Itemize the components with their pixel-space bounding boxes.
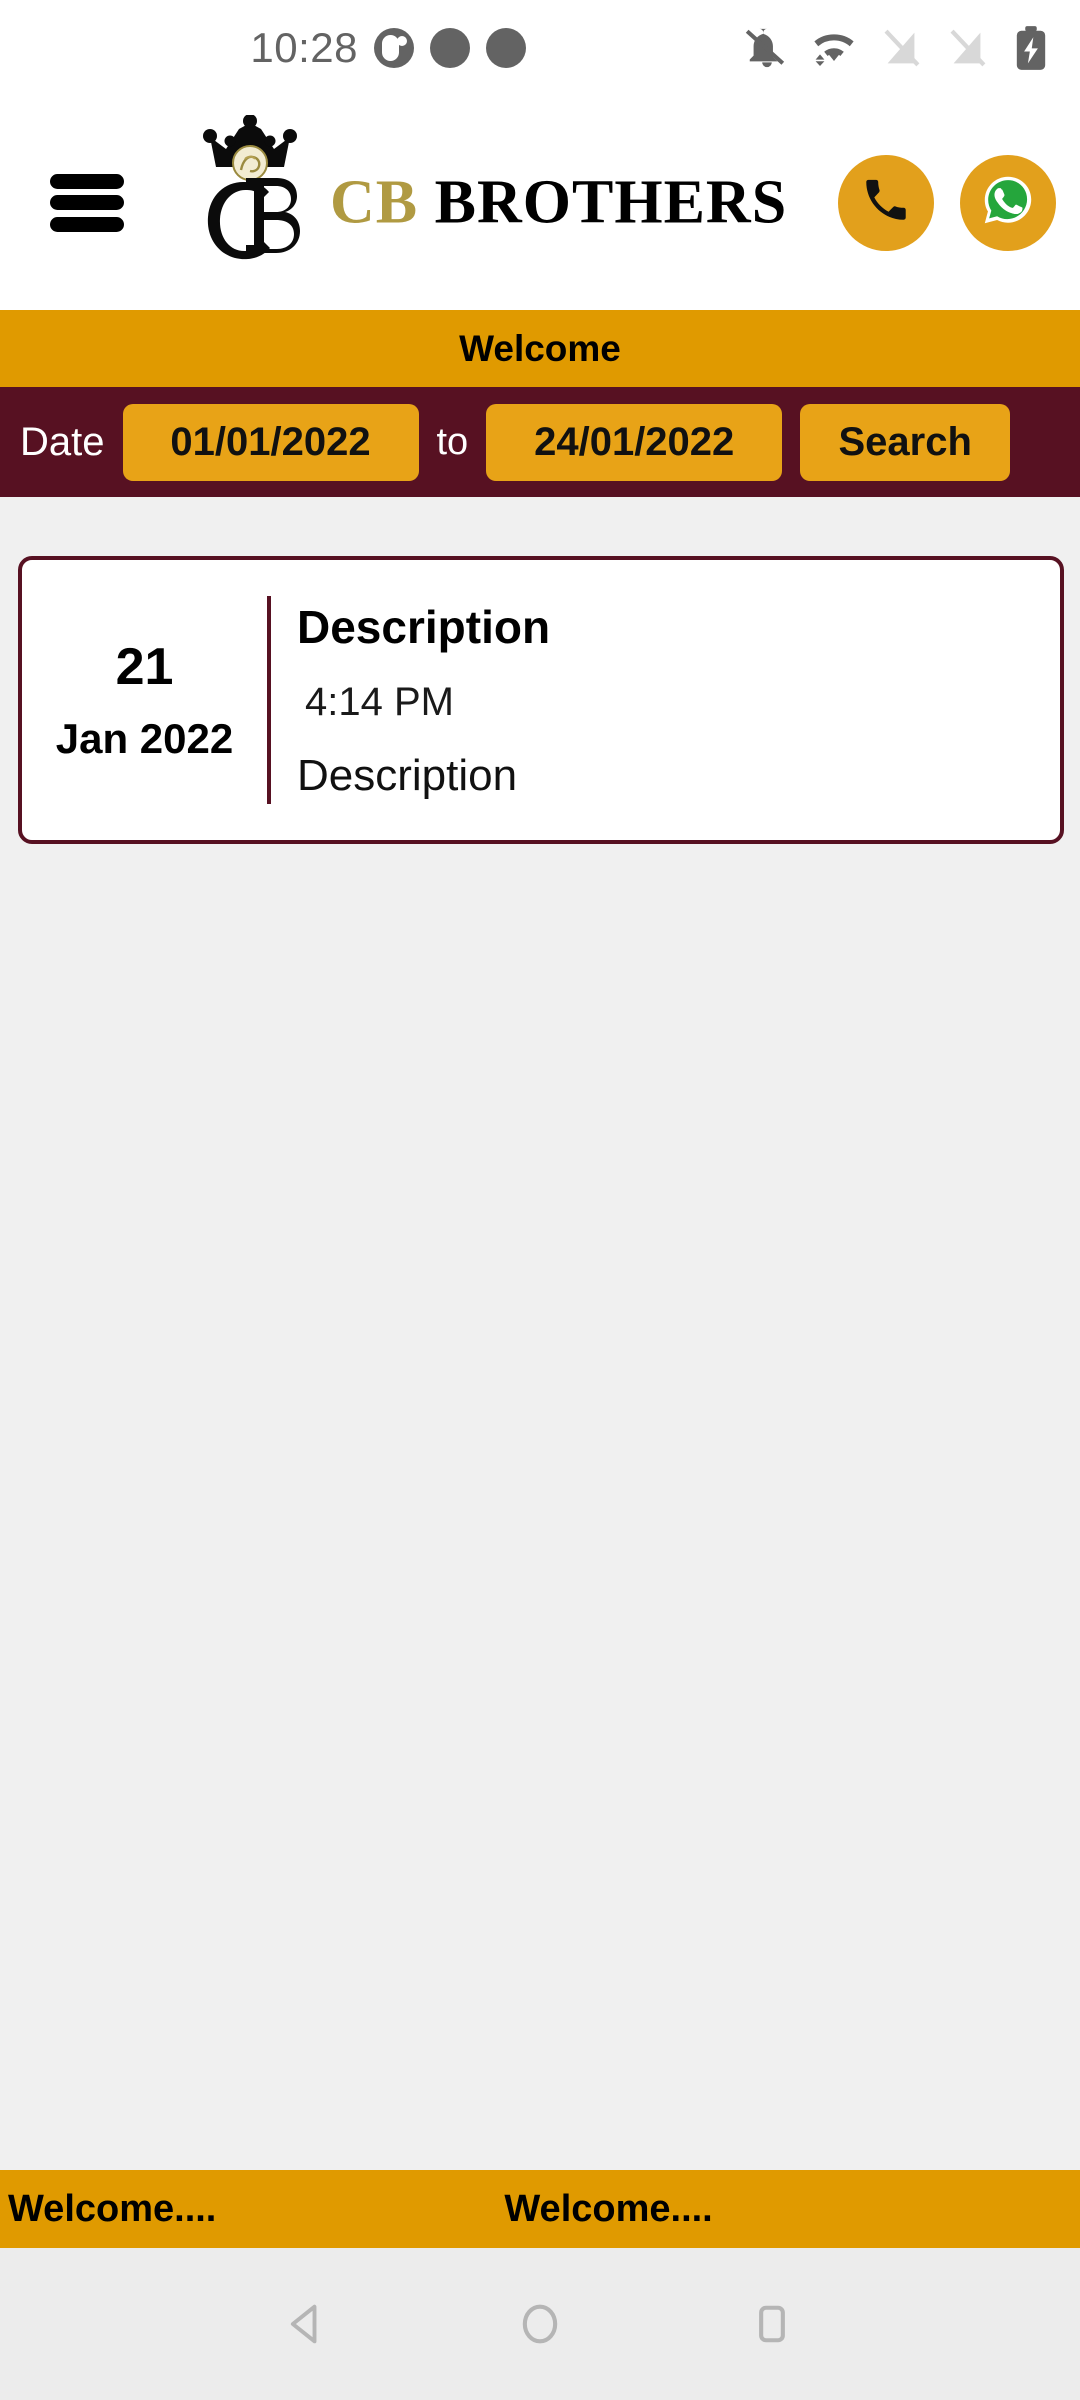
whatsapp-button[interactable]: [960, 154, 1056, 251]
date-from-input[interactable]: 01/01/2022: [122, 403, 419, 481]
notice-day: 21: [115, 638, 174, 696]
marquee-ticker: Welcome.... Welcome....: [0, 2170, 1080, 2248]
dot-icon: [486, 27, 526, 68]
back-triangle-icon[interactable]: [282, 2298, 334, 2350]
notice-card[interactable]: 21 Jan 2022 Description 4:14 PM Descript…: [18, 556, 1064, 844]
brand-title: CB BROTHERS: [330, 167, 787, 238]
search-button[interactable]: Search: [800, 403, 1011, 481]
home-circle-icon[interactable]: [514, 2298, 566, 2350]
whatsapp-icon: [979, 171, 1037, 234]
status-bar-left: 10:28: [0, 24, 526, 72]
phone-icon: [860, 174, 912, 231]
status-bar: 10:28: [0, 0, 1080, 95]
android-nav-bar: [0, 2248, 1080, 2400]
sim-off-icon: [944, 25, 990, 71]
welcome-banner-label: Welcome: [459, 327, 621, 369]
notice-time: 4:14 PM: [305, 679, 454, 724]
sim-off-icon: [878, 25, 924, 71]
welcome-banner: Welcome: [0, 310, 1080, 387]
header-actions: [838, 154, 1056, 251]
date-to-input[interactable]: 24/01/2022: [486, 403, 783, 481]
crown-cb-monogram-logo: [190, 114, 310, 290]
notice-month-year: Jan 2022: [55, 715, 234, 762]
brand-title-brothers: BROTHERS: [434, 168, 788, 236]
status-clock: 10:28: [250, 23, 358, 71]
split-circle-icon: [374, 27, 414, 68]
app-screen: 10:28 CB BROTHERS Welcome Date 01/01/202…: [0, 0, 1080, 2400]
brand-title-cb: CB: [330, 168, 435, 236]
date-to-label: to: [436, 420, 469, 463]
hamburger-bar: [50, 173, 124, 189]
ticker-item: Welcome....: [504, 2187, 713, 2230]
hamburger-bar: [50, 195, 124, 210]
date-label: Date: [20, 419, 105, 464]
notice-title: Description: [297, 600, 551, 653]
date-search-bar: Date 01/01/2022 to 24/01/2022 Search: [0, 387, 1080, 497]
hamburger-bar: [50, 216, 124, 232]
hamburger-menu-icon[interactable]: [50, 173, 124, 232]
bell-off-icon: [744, 25, 790, 71]
battery-charging-icon: [1010, 25, 1052, 71]
dot-icon: [430, 27, 470, 68]
app-header: CB BROTHERS: [0, 95, 1080, 310]
notice-description: Description: [297, 750, 518, 800]
status-bar-right: [526, 24, 1080, 72]
call-button[interactable]: [838, 154, 934, 251]
notice-card-body: Description 4:14 PM Description: [271, 560, 1060, 840]
ticker-item: Welcome....: [8, 2187, 217, 2230]
recents-square-icon[interactable]: [746, 2298, 798, 2350]
wifi-icon: [810, 24, 858, 72]
notice-card-date: 21 Jan 2022: [22, 560, 267, 840]
